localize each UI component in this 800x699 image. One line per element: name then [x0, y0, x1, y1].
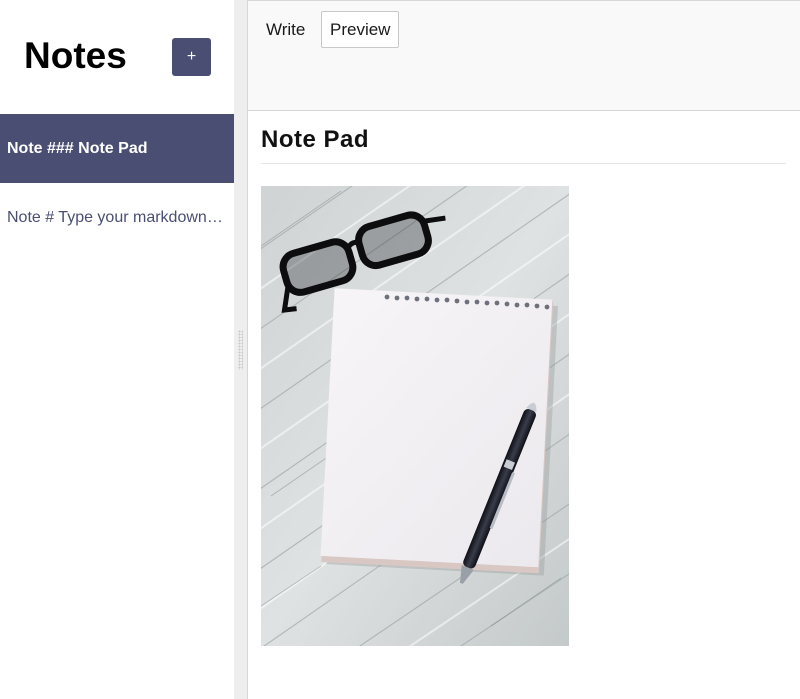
drag-handle-icon[interactable] [238, 330, 243, 370]
note-item-selected[interactable]: Note ### Note Pad [0, 114, 234, 183]
tab-preview[interactable]: Preview [321, 11, 400, 48]
notepad-photo [261, 186, 569, 646]
sidebar-title: Notes [24, 35, 127, 76]
sidebar: Notes + Note ### Note Pad Note # Type yo… [0, 0, 234, 699]
editor-panel: Write Preview Note Pad [247, 0, 800, 699]
resize-gutter[interactable] [234, 0, 247, 699]
preview-heading: Note Pad [261, 121, 786, 164]
note-item[interactable]: Note # Type your markdown note's title h… [0, 183, 234, 252]
notes-app: Notes + Note ### Note Pad Note # Type yo… [0, 0, 800, 699]
sidebar-header: Notes + [0, 0, 234, 114]
markdown-preview: Note Pad [248, 111, 800, 699]
tab-write[interactable]: Write [257, 11, 314, 48]
editor-toolbar: Write Preview [248, 0, 800, 111]
add-note-button[interactable]: + [172, 38, 211, 76]
